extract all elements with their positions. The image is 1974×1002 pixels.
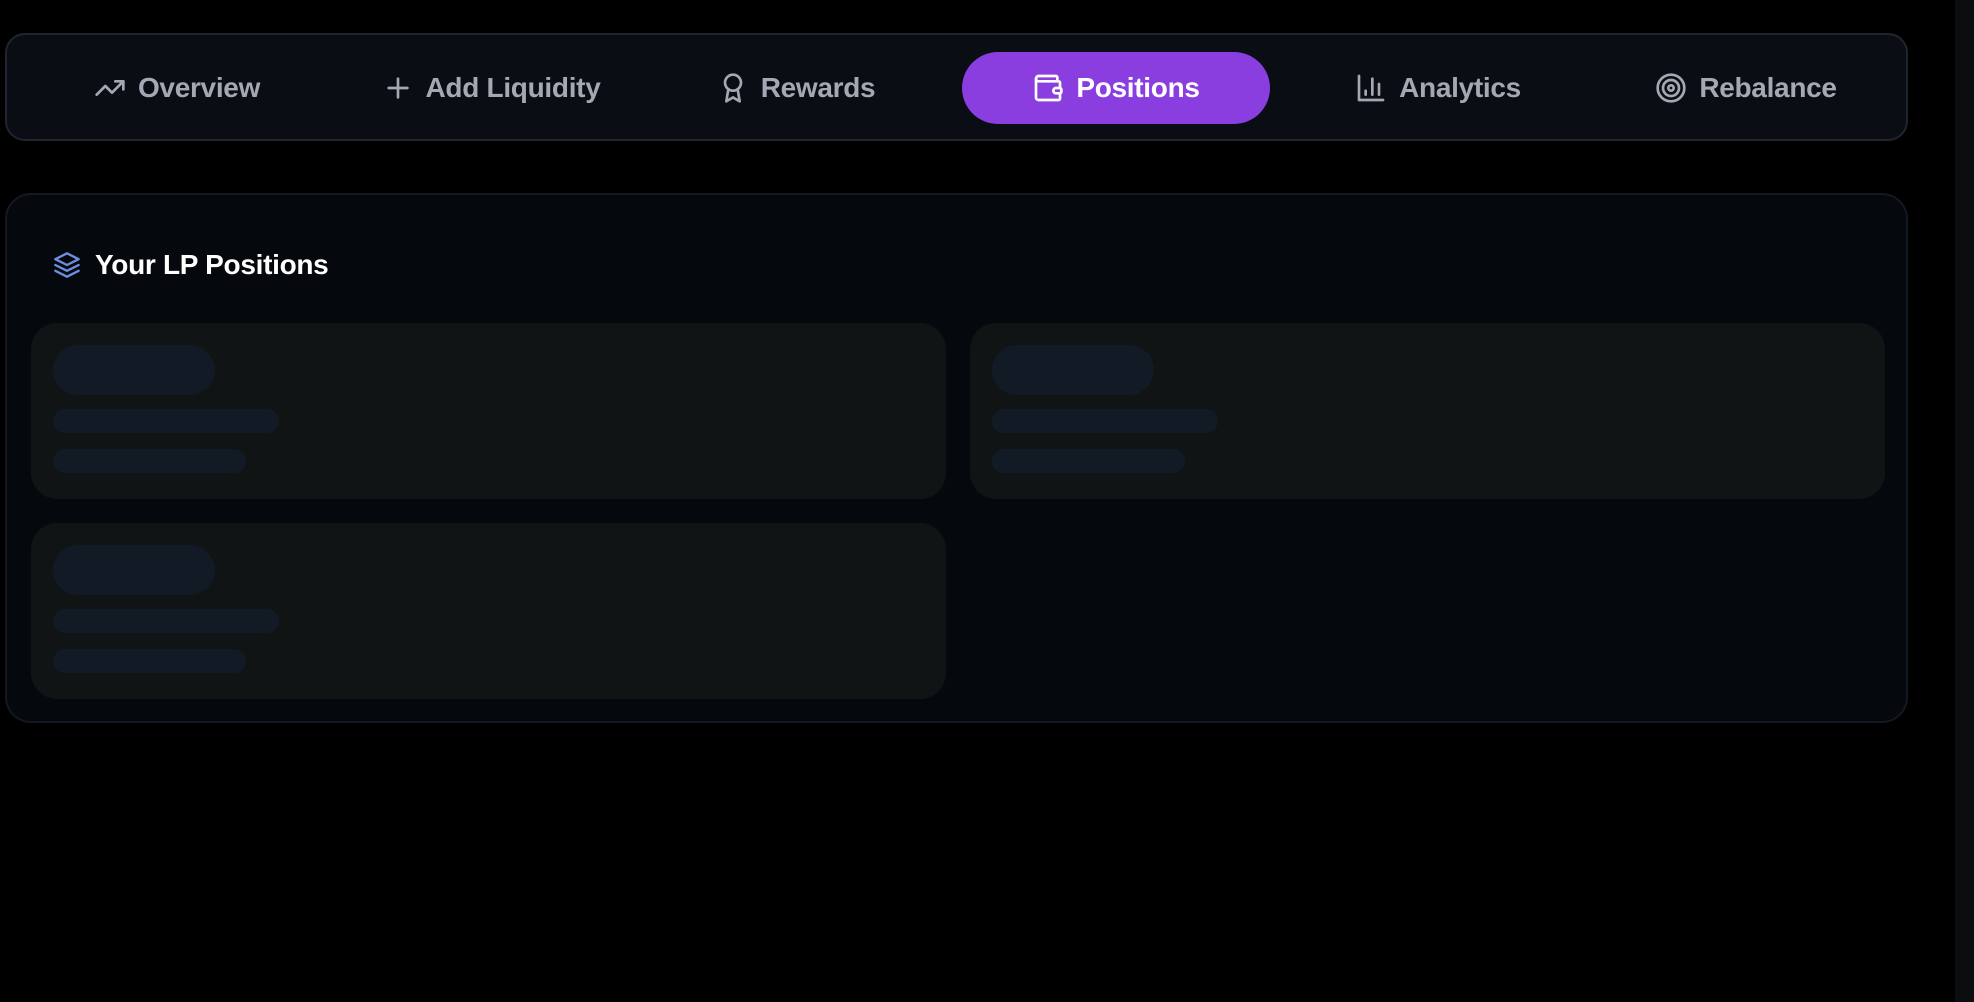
position-card-skeleton	[31, 323, 946, 499]
tab-label: Rebalance	[1699, 72, 1837, 103]
scrollbar-track[interactable]	[1955, 0, 1974, 1002]
skeleton-line	[53, 609, 279, 633]
target-icon	[1655, 72, 1687, 104]
tab-rewards[interactable]: Rewards	[698, 52, 894, 124]
position-card-skeleton	[31, 523, 946, 699]
tab-analytics[interactable]: Analytics	[1331, 52, 1545, 124]
tab-label: Overview	[137, 72, 261, 103]
wallet-icon	[1032, 72, 1064, 104]
skeleton-line	[992, 449, 1185, 473]
plus-icon	[382, 72, 414, 104]
skeleton-line	[53, 449, 246, 473]
positions-panel: Your LP Positions	[5, 193, 1908, 723]
tab-add-liquidity[interactable]: Add Liquidity	[359, 52, 623, 124]
tab-label: Analytics	[1399, 72, 1521, 103]
skeleton-pill	[53, 545, 215, 595]
layers-icon	[53, 251, 81, 279]
trending-up-icon	[94, 72, 126, 104]
bar-chart-icon	[1355, 72, 1387, 104]
skeleton-pill	[53, 345, 215, 395]
tab-rebalance[interactable]: Rebalance	[1633, 52, 1859, 124]
position-card-skeleton	[970, 323, 1885, 499]
skeleton-line	[53, 649, 246, 673]
tab-bar: Overview Add Liquidity Rewards Positions…	[5, 33, 1908, 141]
tab-label: Positions	[1076, 72, 1200, 103]
panel-header: Your LP Positions	[53, 245, 329, 285]
panel-title: Your LP Positions	[95, 249, 329, 280]
app-page: Overview Add Liquidity Rewards Positions…	[0, 0, 1974, 1002]
skeleton-line	[992, 409, 1218, 433]
skeleton-line	[53, 409, 279, 433]
skeleton-pill	[992, 345, 1154, 395]
tab-positions[interactable]: Positions	[962, 52, 1270, 124]
tab-label: Rewards	[760, 72, 876, 103]
tab-label: Add Liquidity	[425, 72, 601, 103]
award-icon	[717, 72, 749, 104]
tab-overview[interactable]: Overview	[66, 52, 288, 124]
